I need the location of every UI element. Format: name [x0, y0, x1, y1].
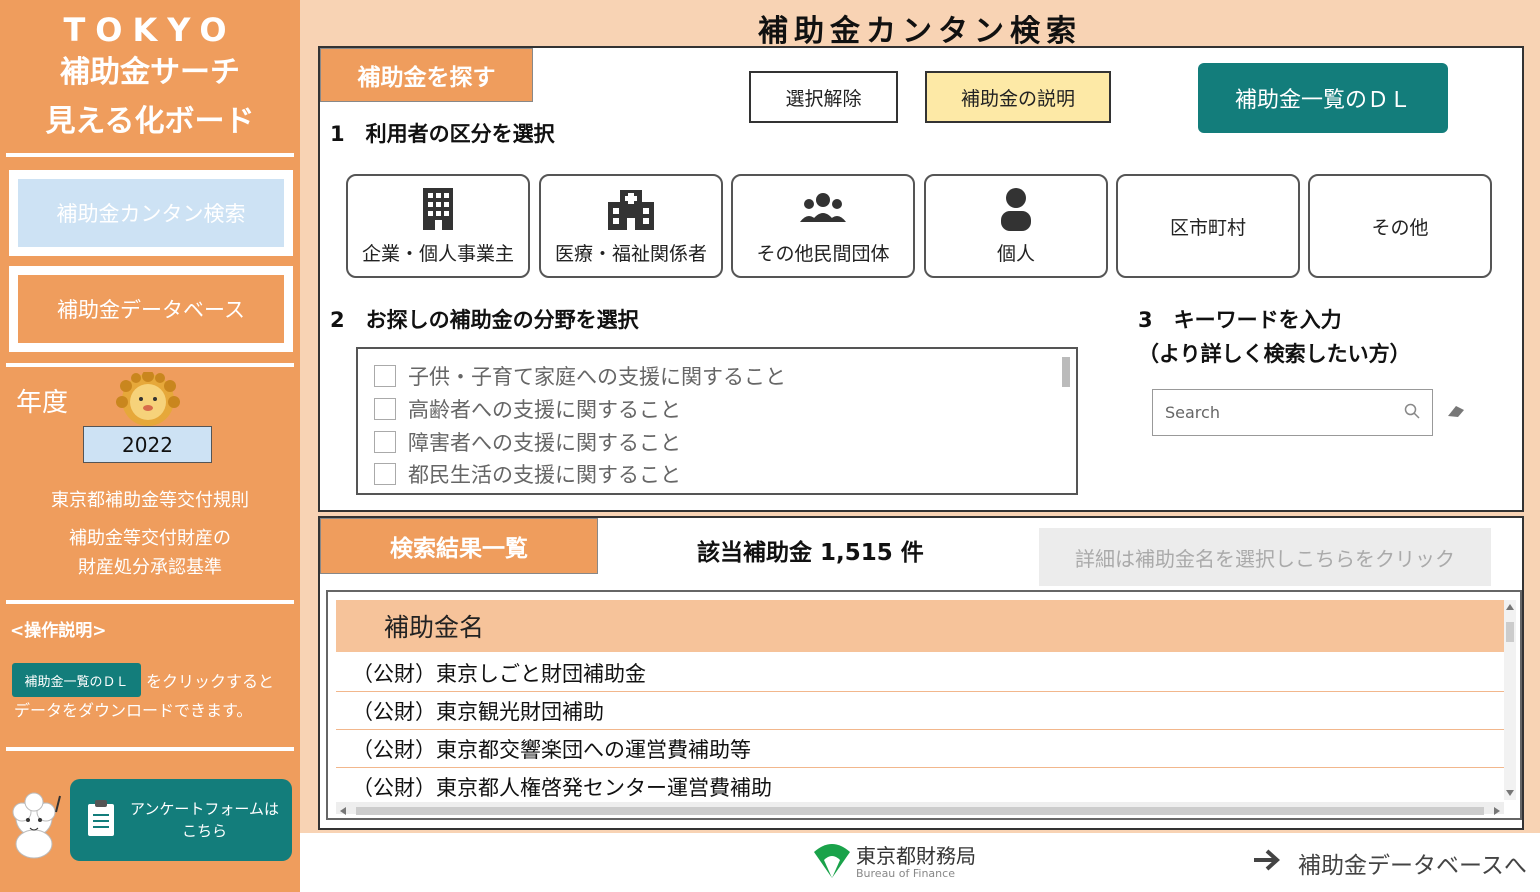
category-label: 個人	[996, 242, 1035, 265]
results-tab: 検索結果一覧	[320, 518, 598, 574]
field-item[interactable]: 高齢者への支援に関すること	[374, 394, 681, 424]
step1-label: 1 利用者の区分を選択	[330, 122, 555, 146]
table-row[interactable]: （公財）東京観光財団補助	[336, 692, 1504, 730]
category-private-org-button[interactable]: その他民間団体	[731, 174, 915, 278]
category-medical-welfare-button[interactable]: 医療・福祉関係者	[539, 174, 723, 278]
search-tab: 補助金を探す	[320, 48, 533, 102]
keyword-search-input[interactable]: Search	[1152, 389, 1433, 436]
group-icon	[799, 187, 847, 231]
field-list[interactable]: 子供・子育て家庭への支援に関すること 高齢者への支援に関すること 障害者への支援…	[356, 347, 1078, 495]
divider	[6, 153, 294, 157]
field-item[interactable]: 都民生活の支援に関すること	[374, 459, 681, 489]
column-header: 補助金名	[336, 600, 1504, 652]
category-label: その他民間団体	[756, 242, 890, 265]
checkbox[interactable]	[374, 398, 396, 420]
app-brand: TOKYO 補助金サーチ 見える化ボード	[0, 10, 300, 148]
sidebar: TOKYO 補助金サーチ 見える化ボード 補助金カンタン検索 補助金データベース…	[0, 0, 300, 892]
nav-database-button[interactable]: 補助金データベース	[9, 266, 293, 352]
detail-button[interactable]: 詳細は補助金名を選択しこちらをクリック	[1039, 528, 1491, 586]
category-business-button[interactable]: 企業・個人事業主	[346, 174, 530, 278]
nav-easy-search-button[interactable]: 補助金カンタン検索	[9, 170, 293, 256]
go-to-database-link[interactable]: 補助金データベースへ	[1252, 846, 1527, 880]
table-row[interactable]: （公財）東京都人権啓発センター運営費補助	[336, 768, 1504, 806]
subsidy-explanation-button[interactable]: 補助金の説明	[925, 71, 1111, 123]
field-label: 都民生活の支援に関すること	[408, 463, 681, 487]
nav-database-label: 補助金データベース	[18, 275, 284, 343]
survey-label-2: こちら	[181, 822, 227, 840]
clear-selection-button[interactable]: 選択解除	[749, 71, 898, 123]
sheep-mascot-icon	[6, 792, 66, 866]
vertical-scrollbar[interactable]	[1504, 600, 1516, 800]
category-label: 医療・福祉関係者	[554, 242, 707, 265]
arrow-right-icon	[1252, 848, 1282, 878]
help-text-1: をクリックすると	[146, 672, 275, 691]
results-table: 補助金名 （公財）東京しごと財団補助金 （公財）東京観光財団補助 （公財）東京都…	[326, 590, 1522, 820]
category-individual-button[interactable]: 個人	[924, 174, 1108, 278]
step3-label: 3 キーワードを入力	[1138, 308, 1342, 332]
bureau-name: 東京都財務局	[856, 844, 976, 868]
checkbox[interactable]	[374, 365, 396, 387]
checkbox[interactable]	[374, 431, 396, 453]
category-label: その他	[1371, 216, 1429, 239]
search-icon	[1404, 403, 1420, 423]
divider	[6, 363, 294, 367]
page-title: 補助金カンタン検索	[758, 14, 1082, 49]
result-count: 該当補助金 1,515 件	[697, 540, 924, 566]
download-list-button[interactable]: 補助金一覧のＤＬ	[1198, 63, 1448, 133]
survey-label-1: アンケートフォームは	[130, 800, 279, 818]
category-municipality-button[interactable]: 区市町村	[1116, 174, 1300, 278]
hospital-icon	[608, 187, 654, 231]
help-title: <操作説明>	[10, 621, 107, 641]
lion-mascot-icon	[114, 370, 182, 432]
clipboard-icon	[86, 799, 116, 841]
bureau-name-en: Bureau of Finance	[856, 867, 955, 880]
nav-easy-search-label: 補助金カンタン検索	[18, 179, 284, 247]
category-label: 区市町村	[1169, 216, 1246, 239]
field-item[interactable]: 障害者への支援に関すること	[374, 427, 681, 457]
disposal-criteria-link-line1[interactable]: 補助金等交付財産の	[0, 524, 300, 554]
divider	[6, 600, 294, 604]
help-download-badge: 補助金一覧のＤＬ	[12, 663, 141, 697]
checkbox[interactable]	[374, 463, 396, 485]
brand-line-3: 見える化ボード	[45, 104, 255, 139]
tokyo-ginkgo-icon	[812, 842, 852, 884]
step3-sub-label: （より詳しく検索したい方）	[1138, 342, 1411, 366]
field-label: 高齢者への支援に関すること	[408, 398, 681, 422]
field-label: 子供・子育て家庭への支援に関すること	[408, 365, 786, 389]
field-list-scrollbar[interactable]	[1062, 357, 1070, 387]
survey-form-button[interactable]: アンケートフォームは こちら	[70, 779, 292, 861]
category-other-button[interactable]: その他	[1308, 174, 1492, 278]
table-row[interactable]: （公財）東京都交響楽団への運営費補助等	[336, 730, 1504, 768]
step2-label: 2 お探しの補助金の分野を選択	[330, 308, 639, 332]
table-row[interactable]: （公財）東京しごと財団補助金	[336, 654, 1504, 692]
clear-search-eraser-icon[interactable]	[1446, 403, 1466, 422]
help-text-2: データをダウンロードできます。	[14, 701, 253, 720]
person-icon	[1000, 187, 1032, 231]
building-icon	[423, 187, 453, 231]
search-placeholder: Search	[1165, 403, 1220, 422]
bureau-of-finance-logo: 東京都財務局 Bureau of Finance	[812, 842, 976, 884]
brand-line-1: TOKYO	[63, 11, 237, 49]
year-selector[interactable]: 2022	[83, 426, 212, 463]
divider	[6, 747, 294, 751]
horizontal-scrollbar[interactable]	[336, 802, 1504, 815]
year-label: 年度	[16, 388, 69, 418]
subsidy-rules-link[interactable]: 東京都補助金等交付規則	[0, 486, 300, 516]
field-label: 障害者への支援に関すること	[408, 431, 681, 455]
disposal-criteria-link-line2[interactable]: 財産処分承認基準	[0, 553, 300, 583]
go-to-database-label: 補助金データベースへ	[1298, 853, 1527, 879]
category-label: 企業・個人事業主	[361, 242, 514, 265]
field-item[interactable]: 子供・子育て家庭への支援に関すること	[374, 361, 786, 391]
brand-line-2: 補助金サーチ	[60, 55, 240, 90]
